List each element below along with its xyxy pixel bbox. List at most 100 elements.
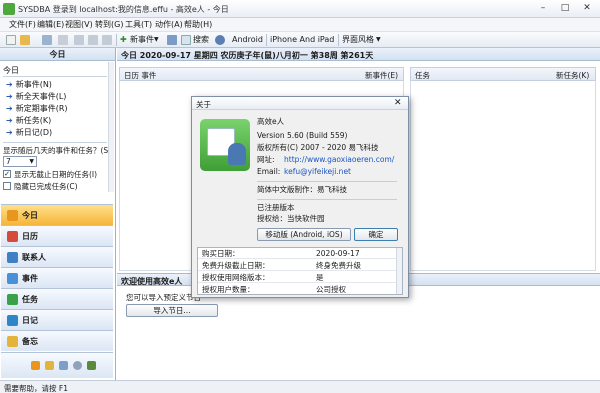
scrollbar[interactable] <box>108 62 114 192</box>
tasks-area <box>410 81 596 271</box>
toolbar: ✚ 新事件 ▼ 搜索 Android iPhone And iPad 界面风格 … <box>0 32 600 48</box>
copy-icon[interactable] <box>88 35 98 45</box>
menu-edit[interactable]: 编辑(E) <box>37 19 64 31</box>
welcome-text: 您可以导入预定义节日 <box>126 293 201 302</box>
person-icon <box>228 143 246 165</box>
status-text: 需要帮助，请按 F1 <box>4 384 68 393</box>
new-task-header-link[interactable]: 新任务(K) <box>556 70 589 81</box>
task-column-header: 任务 新任务(K) <box>410 67 596 81</box>
search-shortcut-icon[interactable] <box>73 361 82 370</box>
search-button[interactable]: 搜索 <box>193 35 209 45</box>
dialog-licensee: 授权给：当快软件园 <box>257 214 325 223</box>
divider <box>3 142 107 143</box>
about-dialog: 关于 ✕ 高效e人 Version 5.60 (Build 559) 版权所有(… <box>191 96 409 298</box>
folder-shortcut-icon[interactable] <box>59 361 68 370</box>
task-title: 任务 <box>415 71 430 80</box>
hide-completed-checkbox[interactable] <box>3 182 11 190</box>
menu-file[interactable]: 文件(F) <box>9 19 36 31</box>
chevron-down-icon[interactable]: ▼ <box>154 35 159 45</box>
table-scrollbar[interactable] <box>396 248 402 294</box>
today-shortcut-icon[interactable] <box>31 361 40 370</box>
import-holidays-button[interactable]: 导入节日... <box>126 304 218 317</box>
close-button[interactable]: ✕ <box>576 0 598 16</box>
days-select[interactable]: 7 ▼ <box>3 156 37 167</box>
calendar-events-title: 日历 事件 <box>124 71 157 80</box>
nav-memo[interactable]: 备忘 <box>1 330 113 351</box>
menu-tools[interactable]: 工具(T) <box>125 19 152 31</box>
table-row: 免费升级截止日期： 终身免费升级 <box>198 260 398 271</box>
dialog-close-icon[interactable]: ✕ <box>394 98 402 108</box>
nav-tasks[interactable]: 任务 <box>1 288 113 309</box>
divider <box>257 181 397 182</box>
chevron-down-icon: ▼ <box>29 158 34 165</box>
help-icon[interactable] <box>215 35 225 45</box>
divider <box>3 76 107 77</box>
nav-today[interactable]: 今日 <box>1 204 113 225</box>
maximize-button[interactable]: □ <box>554 0 576 16</box>
dialog-chinese-by: 简体中文版制作：易飞科技 <box>257 185 347 194</box>
menu-actions[interactable]: 动作(A) <box>155 19 183 31</box>
table-row: 购买日期： 2020-09-17 <box>198 248 398 259</box>
show-no-deadline-checkbox[interactable]: ✓ <box>3 170 11 178</box>
arrow-icon: ➔ <box>6 116 13 125</box>
memo-shortcut-icon[interactable] <box>45 361 54 370</box>
nav-calendar[interactable]: 日历 <box>1 225 113 246</box>
nav-diary[interactable]: 日记 <box>1 309 113 330</box>
toolbar-separator <box>338 34 339 46</box>
new-diary-link[interactable]: ➔ 新日记(D) <box>6 127 52 138</box>
hide-completed-label: 隐藏已完成任务(C) <box>14 182 78 191</box>
android-button[interactable]: Android <box>232 35 263 45</box>
save-icon[interactable] <box>42 35 52 45</box>
toolbar-separator <box>116 34 117 46</box>
show-no-deadline-label: 显示无截止日期的任务(I) <box>14 170 98 179</box>
days-label: 显示随后几天的事件和任务？(S) <box>3 146 112 155</box>
nav-events[interactable]: 事件 <box>1 267 113 288</box>
print-icon[interactable] <box>58 35 68 45</box>
left-panel: 今日 今日 ➔ 新事件(N) ➔ 新全天事件(L) ➔ 新定期事件(R) ➔ 新任务(K… <box>0 48 116 380</box>
new-event-header-link[interactable]: 新事件(E) <box>365 70 398 81</box>
mobile-version-button[interactable]: 移动版 (Android, iOS) <box>257 228 351 241</box>
new-event-button[interactable]: 新事件 <box>130 35 154 45</box>
menu-help[interactable]: 帮助(H) <box>184 19 212 31</box>
ui-style-button[interactable]: 界面风格 <box>342 35 374 45</box>
menu-goto[interactable]: 转到(G) <box>95 19 123 31</box>
arrow-icon: ➔ <box>6 128 13 137</box>
dialog-app-name: 高效e人 <box>257 117 285 126</box>
iphone-button[interactable]: iPhone And iPad <box>270 35 334 45</box>
memo-icon <box>7 336 18 347</box>
open-folder-icon[interactable] <box>20 35 30 45</box>
menu-view[interactable]: 视图(V) <box>65 19 93 31</box>
nav-shortcuts <box>1 352 113 378</box>
chevron-down-icon[interactable]: ▼ <box>376 35 381 45</box>
paste-icon[interactable] <box>102 35 112 45</box>
arrow-icon: ➔ <box>6 92 13 101</box>
calendar-column-header: 日历 事件 新事件(E) <box>119 67 404 81</box>
new-task-link[interactable]: ➔ 新任务(K) <box>6 115 51 126</box>
new-doc-icon[interactable] <box>6 35 16 45</box>
new-event-link[interactable]: ➔ 新事件(N) <box>6 79 52 90</box>
plus-icon: ✚ <box>120 35 127 44</box>
today-icon <box>7 210 18 221</box>
arrow-icon: ➔ <box>6 80 13 89</box>
nav-contacts[interactable]: 联系人 <box>1 246 113 267</box>
cut-icon[interactable] <box>74 35 84 45</box>
menu-bar: 文件(F) 编辑(E) 视图(V) 转到(G) 工具(T) 动作(A) 帮助(H… <box>0 18 600 32</box>
ok-button[interactable]: 确定 <box>354 228 398 241</box>
dialog-site-link[interactable]: http://www.gaoxiaoeren.com/ <box>284 155 394 165</box>
title-bar: SYSDBA 登录到 localhost:我的信息.effu - 高效e人 - … <box>0 0 600 18</box>
status-bar: 需要帮助，请按 F1 <box>0 380 600 393</box>
search-icon[interactable] <box>181 35 191 45</box>
config-shortcut-icon[interactable] <box>87 361 96 370</box>
new-recurring-event-link[interactable]: ➔ 新定期事件(R) <box>6 103 68 114</box>
app-icon <box>3 3 15 15</box>
dialog-email-link[interactable]: kefu@yifeikeji.net <box>284 167 351 177</box>
new-allday-event-link[interactable]: ➔ 新全天事件(L) <box>6 91 66 102</box>
dialog-title: 关于 <box>196 100 211 109</box>
tasks-icon <box>7 294 18 305</box>
minimize-button[interactable]: – <box>532 0 554 16</box>
edit-icon[interactable] <box>167 35 177 45</box>
toolbar-separator <box>266 34 267 46</box>
dialog-registered: 已注册版本 <box>257 203 295 212</box>
dialog-title-bar: 关于 ✕ <box>192 97 408 110</box>
table-row: 授权使用网络版本： 是 <box>198 272 398 283</box>
